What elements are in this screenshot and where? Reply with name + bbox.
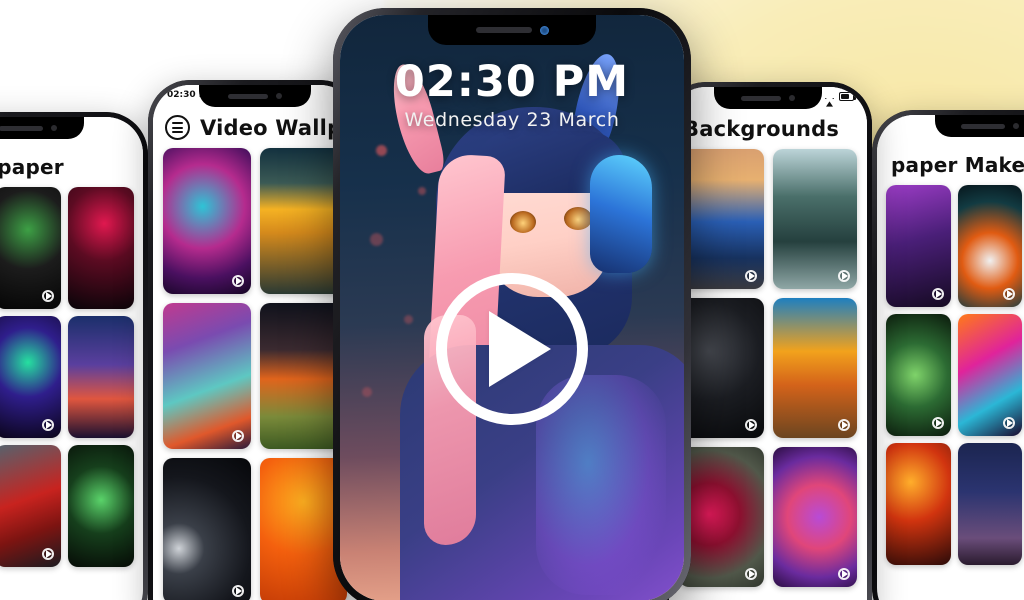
play-icon[interactable] [231, 430, 244, 442]
earpiece-speaker [0, 125, 43, 131]
phone-notch [0, 117, 84, 139]
front-camera-icon [789, 95, 795, 101]
list-item[interactable] [772, 447, 857, 587]
thumbnail-art [772, 298, 857, 438]
wallpaper-grid [669, 149, 867, 587]
lockscreen-wallpaper: 02:30 PM Wednesday 23 March [340, 15, 684, 600]
earpiece-speaker [475, 27, 532, 33]
clock-time: 02:30 PM [394, 57, 630, 107]
front-camera-icon [276, 93, 282, 99]
character-headphones [590, 155, 652, 273]
play-icon[interactable] [42, 290, 54, 302]
bokeh-dot [404, 315, 413, 324]
front-camera-icon [1013, 123, 1019, 129]
earpiece-speaker [741, 95, 781, 101]
list-item[interactable] [957, 185, 1023, 307]
signal-icon [824, 92, 835, 107]
phone-notch [199, 85, 311, 107]
phone-screen: 02:30 PM Video Wallpap [153, 85, 357, 600]
wallpaper-grid [877, 185, 1024, 565]
list-item[interactable] [772, 298, 857, 438]
thumbnail-art [679, 447, 764, 587]
front-camera-icon [51, 125, 57, 131]
hamburger-menu-icon[interactable] [165, 115, 190, 140]
phone-mockup-lockscreen-hero: 02:30 PM Wednesday 23 March [333, 8, 691, 600]
list-item[interactable] [0, 445, 61, 567]
play-icon[interactable] [42, 548, 54, 560]
phone-notch [714, 87, 822, 109]
thumbnail-art [772, 149, 857, 289]
play-icon[interactable] [42, 419, 54, 431]
list-item[interactable] [679, 447, 764, 587]
earpiece-speaker [961, 123, 1005, 129]
phone-screen: Backgrounds [669, 87, 867, 600]
play-icon[interactable] [231, 585, 244, 597]
phone-screen: paper Maker [877, 115, 1024, 600]
list-item[interactable] [163, 458, 251, 600]
bokeh-dot [362, 387, 372, 397]
play-icon[interactable] [744, 419, 757, 431]
list-item[interactable] [0, 316, 61, 438]
wallpaper-grid [153, 148, 357, 600]
list-item[interactable] [886, 314, 951, 436]
list-item[interactable] [886, 443, 951, 565]
list-item[interactable] [679, 298, 764, 438]
list-item[interactable] [68, 316, 134, 438]
thumbnail-art [163, 303, 251, 449]
page-title: paper Maker [891, 153, 1024, 177]
hero-play-button[interactable] [436, 273, 588, 426]
thumbnail-art [68, 316, 134, 438]
front-camera-icon [539, 25, 549, 35]
play-icon[interactable] [231, 275, 244, 287]
list-item[interactable] [163, 303, 251, 449]
list-item[interactable] [957, 314, 1023, 436]
phone-notch [935, 115, 1024, 137]
thumbnail-art [163, 458, 251, 600]
play-icon[interactable] [744, 568, 757, 580]
play-icon[interactable] [838, 419, 850, 431]
list-item[interactable] [68, 445, 134, 567]
phone-screen: 02:30 PM Wednesday 23 March [340, 15, 684, 600]
list-item[interactable] [772, 149, 857, 289]
list-item[interactable] [0, 187, 61, 309]
play-icon[interactable] [931, 417, 944, 429]
phone-notch [428, 15, 596, 45]
lockscreen-clock: 02:30 PM Wednesday 23 March [340, 57, 684, 131]
clock-date: Wednesday 23 March [404, 109, 620, 131]
bokeh-dot [418, 187, 426, 195]
phone-screen: e Wallpaper [0, 117, 143, 600]
list-item[interactable] [163, 148, 251, 294]
play-icon[interactable] [838, 270, 850, 282]
play-triangle-icon [489, 311, 551, 388]
thumbnail-art [957, 443, 1023, 565]
earpiece-speaker [228, 93, 268, 99]
phone-mockup-live-wallpaper: e Wallpaper [0, 112, 148, 600]
play-icon[interactable] [931, 288, 944, 300]
bokeh-dot [370, 233, 383, 246]
thumbnail-art [163, 148, 251, 294]
character-eye-left [510, 211, 536, 233]
play-icon[interactable] [744, 270, 757, 282]
page-title: Backgrounds [683, 117, 840, 141]
list-item[interactable] [68, 187, 134, 309]
bokeh-dot [376, 145, 387, 156]
list-item[interactable] [679, 149, 764, 289]
phone-mockup-wallpaper-maker: paper Maker [872, 110, 1024, 600]
battery-icon [839, 92, 856, 101]
thumbnail-art [886, 443, 951, 565]
play-icon[interactable] [838, 568, 850, 580]
page-title: e Wallpaper [0, 155, 64, 179]
thumbnail-art [679, 298, 764, 438]
wallpaper-grid [0, 187, 143, 567]
thumbnail-art [68, 187, 134, 309]
list-item[interactable] [957, 443, 1023, 565]
character-eye-right [564, 207, 592, 230]
phone-mockup-video-wallpaper: 02:30 PM Video Wallpap [148, 80, 362, 600]
showcase-stage: e Wallpaper [0, 0, 1024, 600]
thumbnail-art [679, 149, 764, 289]
thumbnail-art [772, 447, 857, 587]
thumbnail-art [68, 445, 134, 567]
list-item[interactable] [886, 185, 951, 307]
phone-mockup-backgrounds: Backgrounds [664, 82, 872, 600]
